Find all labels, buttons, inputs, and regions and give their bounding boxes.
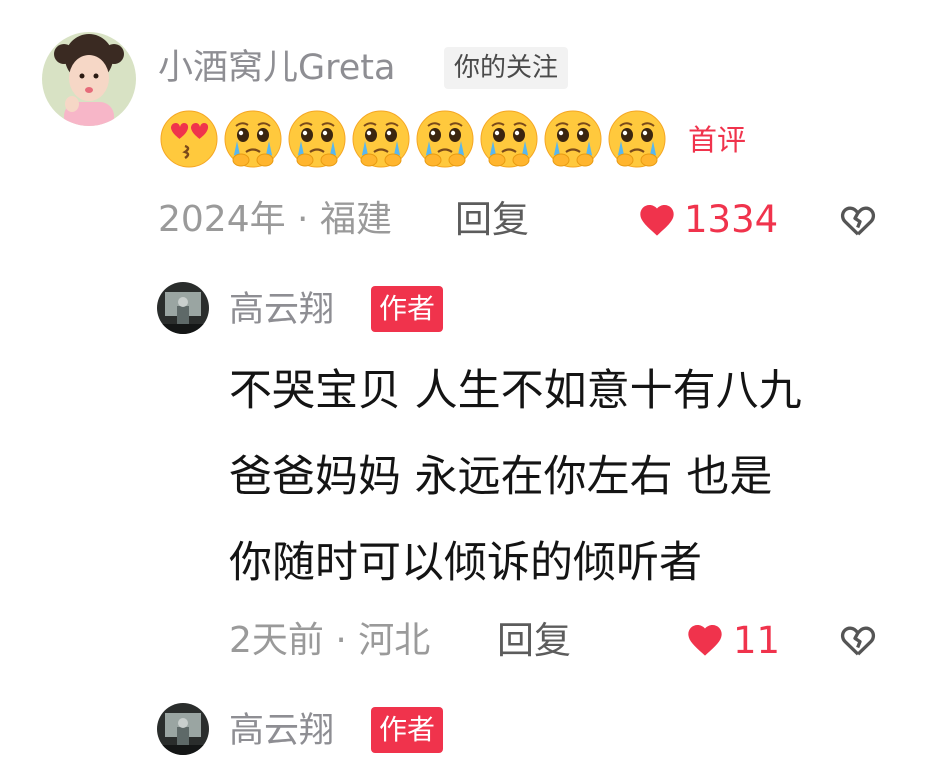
username[interactable]: 高云翔 <box>229 709 334 753</box>
comment-text-line: 爸爸妈妈 永远在你左右 也是 <box>229 452 773 502</box>
pleading-emoji <box>544 110 602 168</box>
comment-text-line: 不哭宝贝 人生不如意十有八九 <box>229 366 802 416</box>
dislike-button[interactable] <box>838 200 878 240</box>
dislike-broken-heart-icon <box>840 626 876 656</box>
like-button[interactable] <box>637 200 677 240</box>
comment-meta: 2024年 · 福建 <box>158 199 392 240</box>
username[interactable]: 高云翔 <box>229 288 334 332</box>
comment-emoji-row <box>158 108 668 170</box>
pleading-emoji <box>288 110 346 168</box>
author-badge: 作者 <box>371 707 444 753</box>
like-count: 11 <box>733 619 781 662</box>
pleading-emoji <box>416 110 474 168</box>
following-tag: 你的关注 <box>444 47 569 89</box>
pleading-emoji <box>480 110 538 168</box>
author-badge: 作者 <box>371 286 444 332</box>
heart-filled-icon <box>688 625 722 656</box>
comment-meta: 2天前 · 河北 <box>229 620 431 661</box>
avatar[interactable] <box>42 32 136 126</box>
heart-eyes-emoji <box>160 110 218 168</box>
username[interactable]: 小酒窝儿Greta <box>158 46 395 90</box>
author-avatar[interactable] <box>157 703 209 755</box>
pleading-emoji <box>224 110 282 168</box>
like-count: 1334 <box>684 198 779 241</box>
heart-filled-icon <box>640 205 674 236</box>
comment-text-line: 你随时可以倾诉的倾听者 <box>229 538 702 588</box>
dislike-broken-heart-icon <box>840 206 876 236</box>
pleading-emoji <box>352 110 410 168</box>
like-button[interactable] <box>685 620 725 660</box>
pleading-emoji <box>608 110 666 168</box>
reply-button[interactable]: 回复 <box>455 196 529 244</box>
reply-button[interactable]: 回复 <box>497 617 571 665</box>
first-comment-badge: 首评 <box>688 123 747 157</box>
dislike-button[interactable] <box>838 620 878 660</box>
author-avatar[interactable] <box>157 282 209 334</box>
